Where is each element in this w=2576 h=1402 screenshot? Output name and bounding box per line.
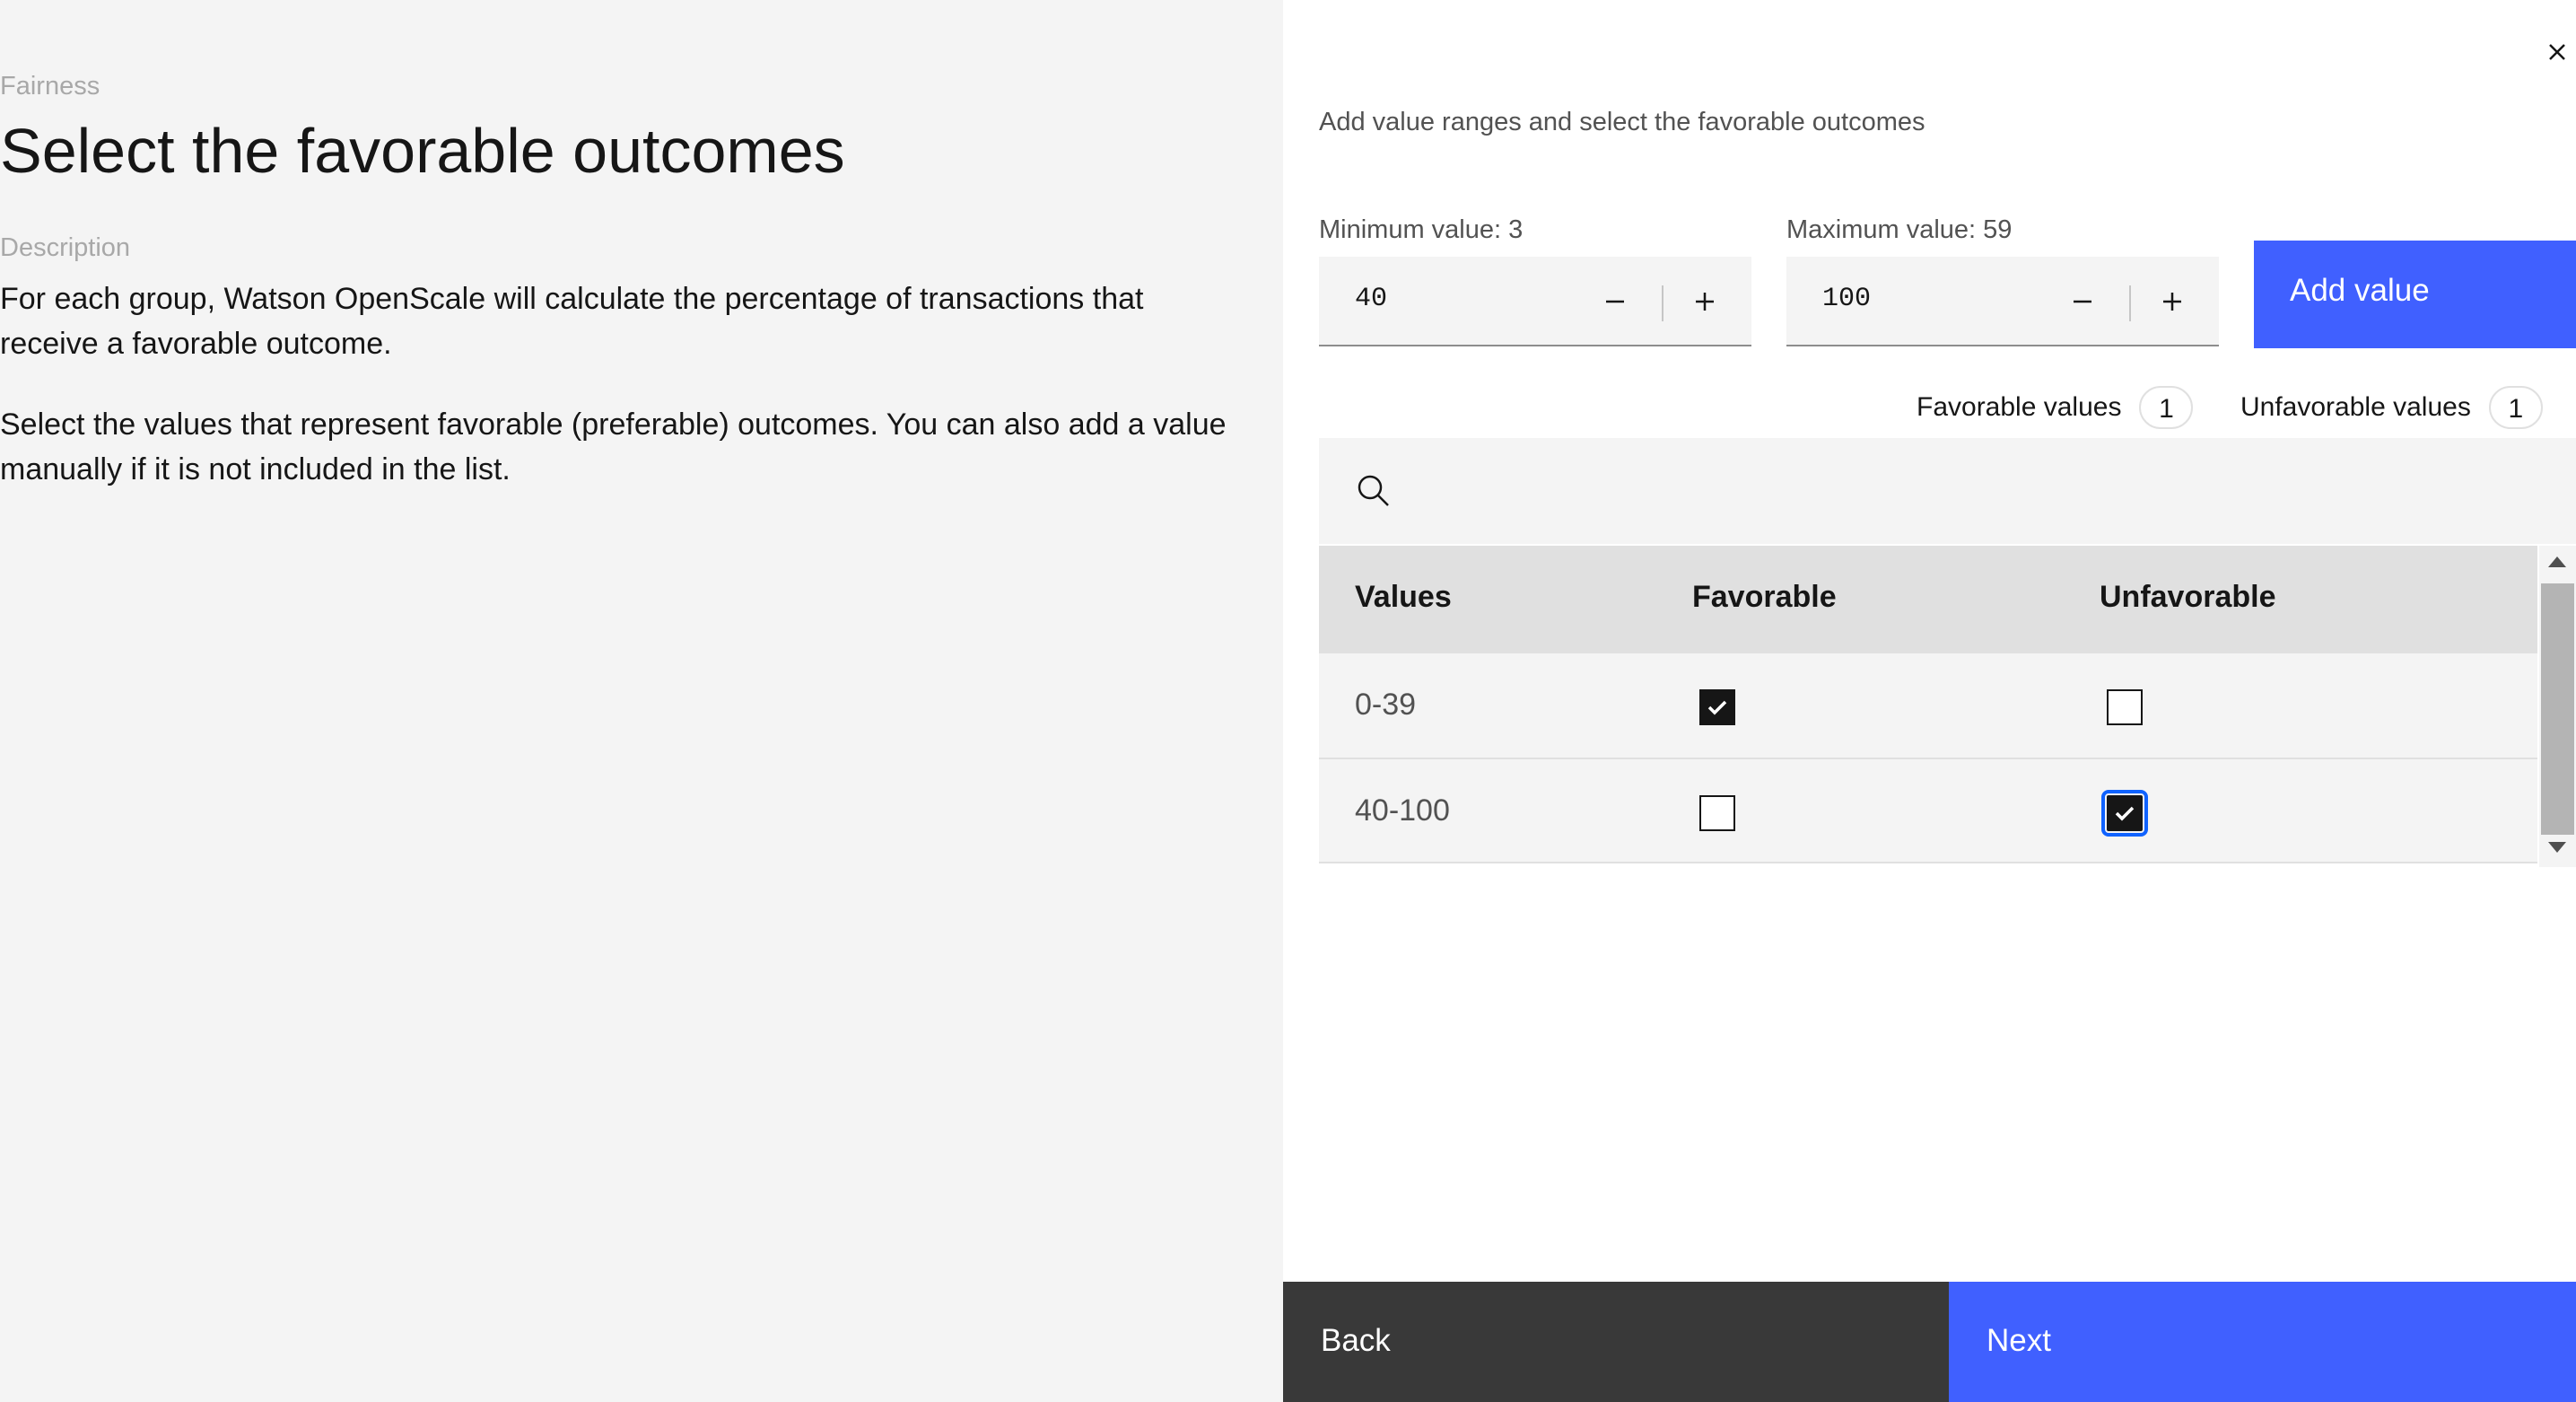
next-button[interactable]: Next (1949, 1282, 2576, 1402)
decrement-min-button[interactable] (1588, 275, 1642, 329)
max-value-input[interactable]: 100 (1786, 257, 2219, 346)
min-value-label: Minimum value: 3 (1319, 215, 1524, 244)
row-value: 0-39 (1355, 688, 1417, 722)
search-icon (1358, 475, 1389, 506)
add-value-button[interactable]: Add value (2254, 241, 2576, 348)
max-value-label: Maximum value: 59 (1786, 215, 2013, 244)
decrement-max-button[interactable] (2056, 275, 2109, 329)
favorable-count-label: Favorable values (1917, 392, 2122, 422)
scroll-down-arrow-icon[interactable] (2548, 842, 2566, 853)
panel-instruction: Add value ranges and select the favorabl… (1319, 108, 1925, 136)
row-value: 40-100 (1355, 793, 1450, 828)
max-value-text[interactable]: 100 (1822, 284, 1871, 314)
scroll-up-arrow-icon[interactable] (2548, 556, 2566, 567)
unfavorable-count-label: Unfavorable values (2240, 392, 2471, 422)
increment-max-button[interactable] (2145, 275, 2199, 329)
unfavorable-count-badge: 1 (2488, 386, 2543, 429)
description-label: Description (0, 233, 131, 262)
table-row: 0-39 (1319, 652, 2537, 758)
left-pane: Fairness Select the favorable outcomes D… (0, 0, 1283, 1402)
back-button[interactable]: Back (1283, 1282, 1949, 1402)
favorable-checkbox[interactable] (1699, 795, 1735, 831)
stepper-divider (2129, 285, 2131, 321)
description-paragraph: For each group, Watson OpenScale will ca… (0, 282, 1144, 361)
unfavorable-checkbox[interactable] (2107, 689, 2143, 725)
favorable-count: Favorable values 1 (1917, 386, 2194, 429)
unfavorable-count: Unfavorable values 1 (2240, 386, 2543, 429)
search-input[interactable] (1319, 438, 2576, 544)
stepper-divider (1662, 285, 1663, 321)
close-icon[interactable] (2539, 34, 2575, 70)
description-paragraph: Select the values that represent favorab… (0, 407, 1227, 486)
table-header: Values Favorable Unfavorable (1319, 546, 2537, 652)
scrollbar-thumb[interactable] (2541, 583, 2574, 835)
column-header-favorable[interactable]: Favorable (1692, 580, 1837, 615)
page-title: Select the favorable outcomes (0, 116, 845, 186)
eyebrow-label: Fairness (0, 72, 100, 101)
increment-min-button[interactable] (1678, 275, 1732, 329)
favorable-count-badge: 1 (2139, 386, 2194, 429)
table-scrollbar[interactable] (2539, 546, 2576, 867)
min-value-input[interactable]: 40 (1319, 257, 1751, 346)
table-row: 40-100 (1319, 758, 2537, 863)
unfavorable-checkbox[interactable] (2101, 790, 2148, 837)
column-header-values[interactable]: Values (1355, 580, 1452, 615)
favorable-checkbox[interactable] (1699, 689, 1735, 725)
column-header-unfavorable[interactable]: Unfavorable (2100, 580, 2276, 615)
values-table: Values Favorable Unfavorable 0-39 40-100 (1319, 546, 2537, 863)
min-value-text[interactable]: 40 (1355, 284, 1387, 314)
